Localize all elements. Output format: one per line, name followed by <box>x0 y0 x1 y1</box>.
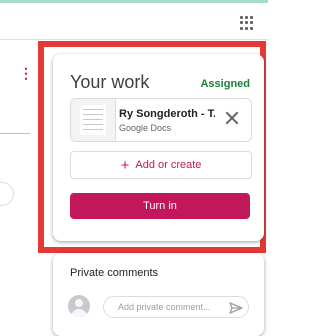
your-work-title: Your work <box>70 72 150 92</box>
attachment-item[interactable]: Ry Songderoth - T... Google Docs <box>70 98 252 142</box>
partial-circle-button[interactable] <box>0 182 14 206</box>
status-badge: Assigned <box>200 78 250 90</box>
private-comments-title: Private comments <box>70 267 159 279</box>
apps-grid-icon[interactable] <box>240 16 254 30</box>
send-icon[interactable] <box>229 302 243 314</box>
more-options-icon[interactable]: ⋮ <box>19 66 33 80</box>
attachment-name: Ry Songderoth - T... <box>119 108 215 120</box>
private-comment-input[interactable] <box>103 296 249 318</box>
top-bar <box>0 3 268 40</box>
divider <box>0 133 30 134</box>
close-icon[interactable] <box>225 111 239 125</box>
add-or-create-label: Add or create <box>135 159 202 171</box>
plus-icon: + <box>120 156 130 174</box>
add-or-create-button[interactable]: + Add or create <box>70 151 252 179</box>
your-work-card: Your work Assigned Ry Songderoth - T... … <box>53 54 264 241</box>
avatar <box>68 295 90 317</box>
private-comments-card: Private comments <box>53 253 264 336</box>
attachment-type: Google Docs <box>119 123 172 133</box>
document-thumbnail <box>71 99 116 141</box>
turn-in-button[interactable]: Turn in <box>70 193 250 219</box>
